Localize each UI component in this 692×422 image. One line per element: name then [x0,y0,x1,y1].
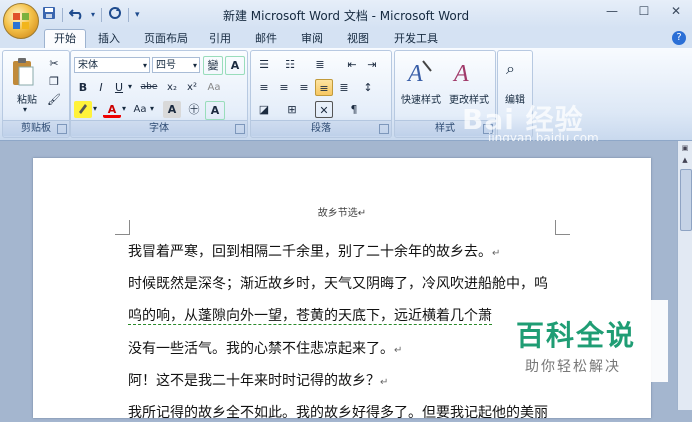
char-border-icon[interactable]: A [205,101,225,120]
underline-button[interactable]: U [110,79,128,96]
office-logo-icon [13,13,29,29]
numbering-icon[interactable]: ☷ [281,56,299,73]
body-line: 没有一些活气。我的心禁不住悲凉起来了。↵ [128,341,403,357]
font-size-select[interactable]: 四号 ▾ [152,57,200,73]
binoculars-icon[interactable]: ⌕ [506,59,515,79]
dropdown-icon[interactable]: ▾ [122,104,126,113]
line-spacing-icon[interactable]: ↕ [359,79,377,96]
justify-icon[interactable]: ≡ [315,79,333,96]
highlighter-icon [79,104,87,114]
page-header: 故乡节选↵ [317,208,367,219]
group-label: 字体 [71,120,247,136]
show-marks-icon[interactable]: ¶ [345,101,363,118]
char-border-button[interactable]: A [225,56,245,75]
dialog-launcher-icon[interactable] [235,124,245,134]
increase-indent-icon[interactable]: ⇥ [363,56,381,73]
maximize-icon[interactable]: ☐ [628,0,660,22]
office-button[interactable] [3,3,39,39]
body-line: 我冒着严寒，回到相隔二千余里，别了二十余年的故乡去。↵ [128,244,501,260]
font-name-value: 宋体 [78,60,98,71]
ribbon: 粘贴 ▾ ✂ ❐ 🖌 剪贴板 宋体 ▾ 四号 ▾ 變 A B I U ▾ abe… [0,48,692,145]
paste-button[interactable]: 粘贴 [13,91,41,106]
ribbon-tabs: 开始 插入 页面布局 引用 邮件 审阅 视图 开发工具 [0,28,692,49]
subscript-button[interactable]: x₂ [163,79,181,96]
char-shading-button[interactable]: A [163,101,181,118]
body-line: 阿！这不是我二十年来时时记得的故乡？↵ [128,373,389,389]
title-bar: ▾ ▾ 新建 Microsoft Word 文档 - Microsoft Wor… [0,0,692,28]
change-case-icon[interactable]: Aa [205,79,223,96]
change-case-button[interactable]: Aa [131,101,149,118]
cut-icon[interactable]: ✂ [45,55,63,72]
svg-text:A: A [452,61,469,87]
bold-button[interactable]: B [74,79,92,96]
tab-view[interactable]: 视图 [342,30,374,48]
superscript-button[interactable]: x² [183,79,201,96]
crop-mark [115,220,130,235]
ruler-toggle-icon[interactable]: ▣ [679,144,691,154]
sort-icon[interactable]: ✕ [315,101,333,118]
close-icon[interactable]: ✕ [660,0,692,22]
clipboard-group: 粘贴 ▾ ✂ ❐ 🖌 剪贴板 [2,50,70,138]
dropdown-icon: ▾ [192,61,197,70]
dropdown-icon[interactable]: ▾ [23,105,27,114]
font-name-select[interactable]: 宋体 ▾ [74,57,150,73]
distributed-icon[interactable]: ≣ [335,79,353,96]
font-color-button[interactable]: A [103,101,121,118]
svg-text:A: A [406,61,423,87]
format-painter-icon[interactable]: 🖌 [45,91,63,108]
tab-developer[interactable]: 开发工具 [388,30,444,48]
align-right-icon[interactable]: ≡ [295,79,313,96]
help-icon[interactable]: ? [672,31,686,45]
decrease-indent-icon[interactable]: ⇤ [343,56,361,73]
group-label: 段落 [251,120,391,136]
italic-button[interactable]: I [92,79,110,96]
tab-references[interactable]: 引用 [204,30,236,48]
window-controls: — ☐ ✕ [596,0,692,22]
paste-icon[interactable] [11,57,35,87]
vertical-scrollbar[interactable]: ▣ ▲ [677,141,692,410]
shading-icon[interactable]: ◪ [255,101,273,118]
phonetic-guide-button[interactable]: 變 [203,56,223,75]
copy-icon[interactable]: ❐ [45,73,63,90]
font-group: 宋体 ▾ 四号 ▾ 變 A B I U ▾ abe x₂ x² Aa ▾ A ▾… [70,50,248,138]
body-line: 呜的响，从蓬隙向外一望，苍黄的天底下，远近横着几个萧 [128,308,492,325]
quick-styles-icon[interactable]: A [405,57,435,87]
baike-title: 百科全说 [516,319,637,352]
dropdown-icon[interactable]: ▾ [128,82,132,91]
tab-home[interactable]: 开始 [44,29,86,49]
window-title: 新建 Microsoft Word 文档 - Microsoft Word [222,9,470,23]
minimize-icon[interactable]: — [596,0,628,22]
scroll-up-icon[interactable]: ▲ [679,156,691,166]
crop-mark [555,220,570,235]
change-styles-icon[interactable]: A [451,57,481,87]
highlight-button[interactable] [74,101,92,118]
font-size-value: 四号 [156,60,176,71]
body-line: 我所记得的故乡全不如此。我的故乡好得多了。但要我记起他的美丽 [128,405,548,421]
tab-mailings[interactable]: 邮件 [250,30,282,48]
quick-styles-button[interactable]: 快速样式 [397,91,445,106]
bullets-icon[interactable]: ☰ [255,56,273,73]
dropdown-icon[interactable]: ▾ [150,104,154,113]
tab-insert[interactable]: 插入 [92,30,126,48]
align-left-icon[interactable]: ≡ [255,79,273,96]
body-line: 时候既然是深冬；渐近故乡时，天气又阴晦了，冷风吹进船舱中，呜 [128,276,548,292]
scroll-thumb[interactable] [680,169,692,231]
dropdown-icon[interactable]: ▾ [93,104,97,113]
multilevel-list-icon[interactable]: ≣ [311,56,329,73]
align-center-icon[interactable]: ≡ [275,79,293,96]
tab-review[interactable]: 审阅 [296,30,328,48]
baike-subtitle: 助你轻松解决 [525,359,621,375]
enclose-char-icon[interactable]: ㊉ [185,101,203,118]
tab-page-layout[interactable]: 页面布局 [138,30,194,48]
dialog-launcher-icon[interactable] [57,124,67,134]
paragraph-group: ☰ ☷ ≣ ⇤ ⇥ ≡ ≡ ≡ ≡ ≣ ↕ ◪ ⊞ ✕ ¶ 段落 [250,50,392,138]
dropdown-icon: ▾ [142,61,147,70]
baike-watermark: 百科全说 助你轻松解决 [498,300,668,382]
borders-icon[interactable]: ⊞ [283,101,301,118]
strikethrough-button[interactable]: abe [137,79,161,96]
dialog-launcher-icon[interactable] [379,124,389,134]
